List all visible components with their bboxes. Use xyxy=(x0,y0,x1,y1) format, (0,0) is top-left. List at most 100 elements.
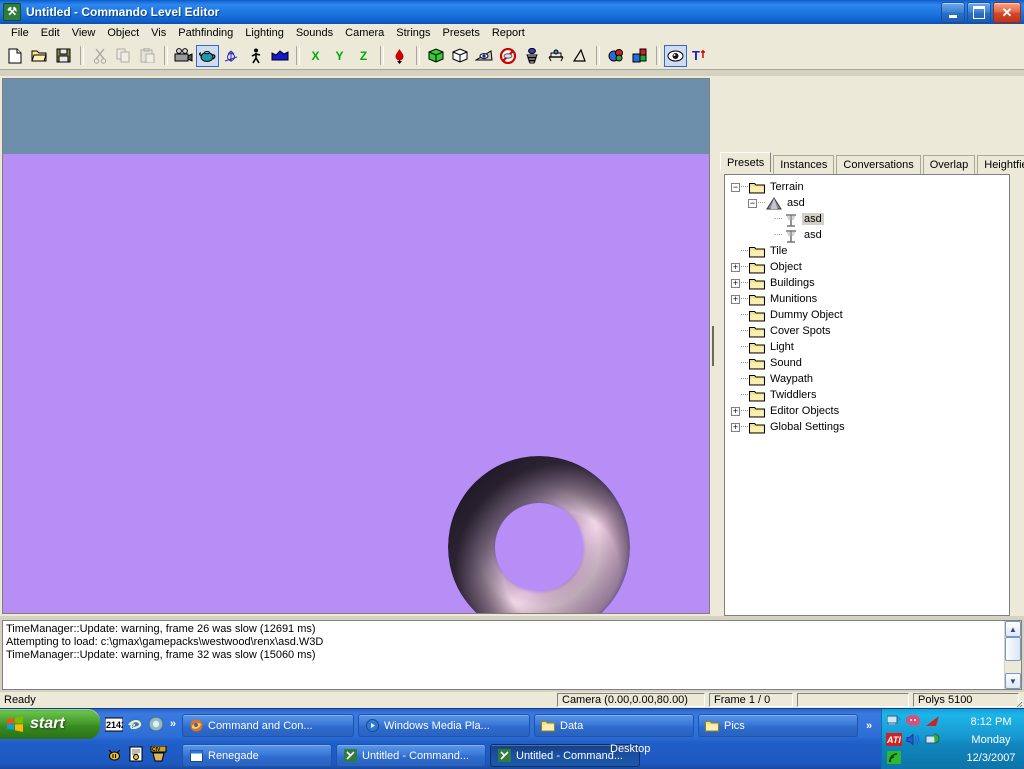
antivirus-icon[interactable] xyxy=(924,714,940,729)
tasks-overflow-chevron-icon[interactable]: » xyxy=(866,720,872,732)
cut-icon[interactable] xyxy=(88,45,111,67)
ati-icon[interactable]: ATI xyxy=(886,732,902,747)
show-desktop-label[interactable]: Desktop xyxy=(610,743,650,755)
menu-item-object[interactable]: Object xyxy=(101,25,145,42)
angle-icon[interactable] xyxy=(568,45,591,67)
window-titlebar[interactable]: ⚒ Untitled - Commando Level Editor ✕ xyxy=(0,0,1024,24)
menu-item-camera[interactable]: Camera xyxy=(339,25,390,42)
network-icon[interactable] xyxy=(886,714,902,729)
menu-item-sounds[interactable]: Sounds xyxy=(290,25,339,42)
minimize-button[interactable] xyxy=(941,2,965,23)
chevron-right-icon[interactable]: » xyxy=(170,718,176,730)
menu-item-view[interactable]: View xyxy=(66,25,102,42)
scroll-up-button[interactable]: ▲ xyxy=(1005,621,1021,637)
no-vis-icon[interactable] xyxy=(496,45,519,67)
tab-heightfield[interactable]: Heightfield xyxy=(977,155,1024,174)
walk-mode-icon[interactable] xyxy=(244,45,267,67)
tree-item[interactable]: Tile xyxy=(725,243,1009,259)
menu-item-presets[interactable]: Presets xyxy=(437,25,486,42)
terrain-icon[interactable] xyxy=(268,45,291,67)
drop-to-ground-icon[interactable] xyxy=(388,45,411,67)
log-panel[interactable]: TimeManager::Update: warning, frame 26 w… xyxy=(2,620,1022,690)
taskbar-button[interactable]: Command and Con... xyxy=(182,714,354,737)
tree-item[interactable]: Cover Spots xyxy=(725,323,1009,339)
tree-item[interactable]: Sound xyxy=(725,355,1009,371)
menu-item-pathfinding[interactable]: Pathfinding xyxy=(172,25,239,42)
show-hidden-icon[interactable] xyxy=(664,45,687,67)
start-button[interactable]: start xyxy=(0,709,100,739)
expand-plus-icon[interactable]: + xyxy=(731,423,740,432)
tree-item[interactable]: +Munitions xyxy=(725,291,1009,307)
presets-tree[interactable]: −Terrain−asdasdasdTile+Object+Buildings+… xyxy=(724,174,1010,616)
menu-item-vis[interactable]: Vis xyxy=(145,25,172,42)
log-scrollbar[interactable]: ▲ ▼ xyxy=(1004,621,1021,689)
new-icon[interactable] xyxy=(4,45,27,67)
taskbar-button[interactable]: Renegade xyxy=(182,744,332,767)
green-signal-icon[interactable] xyxy=(886,750,902,765)
expand-plus-icon[interactable]: + xyxy=(731,295,740,304)
open-icon[interactable] xyxy=(28,45,51,67)
bees-icon[interactable] xyxy=(104,744,124,764)
camera-icon[interactable] xyxy=(172,45,195,67)
media-icon[interactable] xyxy=(147,714,166,734)
tree-item[interactable]: +Editor Objects xyxy=(725,403,1009,419)
taskbar-button[interactable]: Data xyxy=(534,714,694,737)
taskbar-button[interactable]: Windows Media Pla... xyxy=(358,714,530,737)
resize-grip[interactable] xyxy=(1011,696,1023,708)
taskbar-button[interactable]: Pics xyxy=(698,714,858,737)
close-button[interactable]: ✕ xyxy=(993,2,1021,23)
bf2142-icon[interactable]: 2142 xyxy=(104,714,123,734)
collapse-minus-icon[interactable]: − xyxy=(731,183,740,192)
menu-item-report[interactable]: Report xyxy=(486,25,531,42)
expand-plus-icon[interactable]: + xyxy=(731,279,740,288)
solid-cube-icon[interactable] xyxy=(448,45,471,67)
axis-gizmo-icon[interactable] xyxy=(220,45,243,67)
tree-item[interactable]: asd xyxy=(725,227,1009,243)
update-icon[interactable] xyxy=(924,732,940,747)
vis-points-icon[interactable] xyxy=(604,45,627,67)
tree-item[interactable]: −Terrain xyxy=(725,179,1009,195)
menu-item-file[interactable]: File xyxy=(5,25,35,42)
vis-sectors-icon[interactable] xyxy=(628,45,651,67)
3d-viewport[interactable] xyxy=(2,78,710,614)
menu-item-lighting[interactable]: Lighting xyxy=(239,25,290,42)
axis-x-button[interactable]: X xyxy=(304,45,327,67)
tab-instances[interactable]: Instances xyxy=(773,155,834,174)
menu-item-strings[interactable]: Strings xyxy=(390,25,436,42)
tree-item[interactable]: Dummy Object xyxy=(725,307,1009,323)
copy-icon[interactable] xyxy=(112,45,135,67)
notepad-icon[interactable] xyxy=(126,744,146,764)
collapse-minus-icon[interactable]: − xyxy=(748,199,757,208)
expand-plus-icon[interactable]: + xyxy=(731,263,740,272)
expand-plus-icon[interactable]: + xyxy=(731,407,740,416)
tree-item[interactable]: asd xyxy=(725,211,1009,227)
teapot-icon[interactable] xyxy=(196,45,219,67)
civ-icon[interactable]: CIV xyxy=(148,744,168,764)
maximize-button[interactable] xyxy=(967,2,991,23)
axis-y-button[interactable]: Y xyxy=(328,45,351,67)
panel-splitter[interactable] xyxy=(710,78,716,614)
tree-item[interactable]: +Global Settings xyxy=(725,419,1009,435)
sun-lighting-icon[interactable] xyxy=(520,45,543,67)
tab-conversations[interactable]: Conversations xyxy=(836,155,920,174)
axis-z-button[interactable]: Z xyxy=(352,45,375,67)
torus-mesh[interactable] xyxy=(447,455,631,614)
tree-item[interactable]: −asd xyxy=(725,195,1009,211)
tab-presets[interactable]: Presets xyxy=(720,152,771,172)
tree-item[interactable]: Twiddlers xyxy=(725,387,1009,403)
menu-item-edit[interactable]: Edit xyxy=(35,25,66,42)
tray-clock[interactable]: 8:12 PM Monday 12/3/2007 xyxy=(958,709,1024,769)
scrollbar-thumb[interactable] xyxy=(1005,637,1021,661)
vis-eye-icon[interactable] xyxy=(472,45,495,67)
taskbar-button[interactable]: Untitled - Command... xyxy=(336,744,486,767)
lightmap-icon[interactable] xyxy=(544,45,567,67)
tab-overlap[interactable]: Overlap xyxy=(923,155,976,174)
tree-item[interactable]: +Buildings xyxy=(725,275,1009,291)
scroll-down-button[interactable]: ▼ xyxy=(1005,673,1021,689)
tree-item[interactable]: Waypath xyxy=(725,371,1009,387)
paste-icon[interactable] xyxy=(136,45,159,67)
tree-item[interactable]: Light xyxy=(725,339,1009,355)
volume-icon[interactable] xyxy=(905,732,921,747)
text-tool-icon[interactable]: T xyxy=(688,45,711,67)
internet-explorer-icon[interactable]: e xyxy=(125,714,144,734)
